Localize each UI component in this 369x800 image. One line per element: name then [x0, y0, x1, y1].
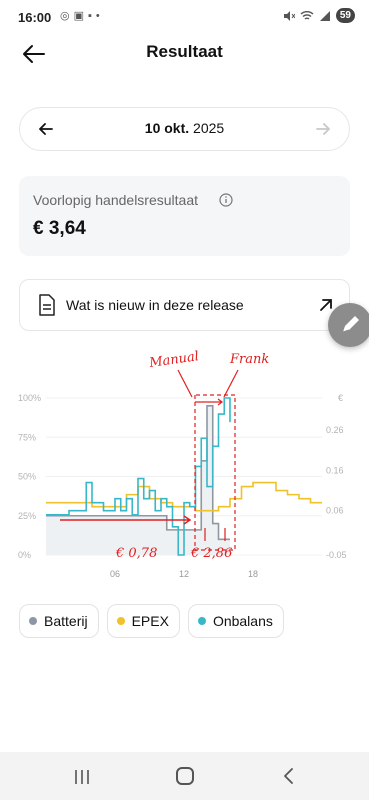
y-right-axis-label: €: [338, 393, 343, 403]
y-left-tick-label: 0%: [18, 550, 31, 560]
annotation-cost-right: € 2,86: [190, 546, 232, 561]
info-icon[interactable]: [219, 193, 233, 207]
recent-apps-icon[interactable]: [72, 768, 92, 786]
result-card: Voorlopig handelsresultaat € 3,64: [19, 176, 350, 256]
document-icon: [39, 294, 55, 316]
legend-label: EPEX: [131, 613, 169, 629]
mute-icon: [283, 10, 295, 21]
home-icon[interactable]: [176, 767, 194, 785]
frank-pointer: [223, 369, 239, 398]
page-title: Resultaat: [146, 42, 223, 61]
legend-dot: [29, 617, 37, 625]
annotation-cost-left: € 0,78: [115, 546, 157, 561]
y-right-tick-label: 0.26: [326, 425, 344, 435]
status-bar: 16:00 ◎ ▣ ▪ • 59: [0, 0, 369, 34]
legend-item-batterij[interactable]: Batterij: [19, 604, 99, 638]
battery-indicator: 59: [335, 8, 355, 23]
legend-label: Batterij: [44, 613, 88, 629]
x-tick-label: 18: [248, 569, 258, 579]
legend-dot: [116, 617, 125, 625]
result-value: € 3,64: [33, 218, 86, 239]
y-right-tick-label: 0.06: [326, 506, 344, 516]
legend-item-epex[interactable]: EPEX: [106, 604, 180, 638]
legend-label: Onbalans: [212, 613, 273, 629]
release-notes-label: Wat is nieuw in deze release: [66, 297, 244, 313]
instagram-icon: ▣: [73, 10, 85, 22]
release-notes-card[interactable]: Wat is nieuw in deze release: [19, 279, 350, 331]
pencil-icon: [342, 316, 359, 333]
date-selector: 10 okt. 2025: [19, 107, 350, 151]
date-label: 10 okt. 2025: [20, 120, 349, 136]
x-tick-label: 06: [110, 569, 120, 579]
y-left-tick-label: 100%: [18, 393, 41, 403]
nav-back-icon[interactable]: [282, 767, 296, 785]
signal-icon: [319, 10, 330, 21]
result-label: Voorlopig handelsresultaat: [33, 192, 199, 208]
chart-legend: Batterij EPEX Onbalans: [19, 604, 284, 638]
legend-item-onbalans[interactable]: Onbalans: [187, 604, 284, 638]
date-year: 2025: [193, 120, 225, 136]
date-day: 10 okt.: [144, 120, 190, 136]
system-nav-bar: [0, 752, 369, 800]
more-notifications-icon: •: [95, 9, 100, 22]
top-arrow: [195, 398, 223, 406]
wifi-icon: [300, 10, 314, 20]
annotation-frank: Frank: [229, 352, 269, 367]
y-right-tick-label: 0.16: [326, 465, 344, 475]
legend-dot: [197, 617, 206, 625]
y-left-tick-label: 25%: [18, 511, 36, 521]
y-right-tick-label: -0.05: [326, 550, 347, 560]
edit-button[interactable]: [328, 303, 369, 347]
result-chart: 0%25%50%75%100% €-0.050.060.160.2606 12 18 …: [18, 349, 347, 579]
x-tick-label: 12: [179, 569, 189, 579]
next-day-arrow-icon[interactable]: [313, 119, 333, 139]
manual-pointer: [177, 369, 193, 398]
status-time: 16:00: [18, 10, 52, 25]
shopping-icon: ▪: [88, 9, 92, 22]
whatsapp-icon: ◎: [60, 10, 70, 22]
system-icons: 59: [283, 8, 355, 23]
annotation-manual: Manual: [147, 349, 199, 371]
notification-icons: ◎ ▣ ▪ •: [60, 9, 100, 23]
app-header: Resultaat: [0, 34, 369, 74]
y-left-tick-label: 50%: [18, 472, 36, 482]
y-left-tick-label: 75%: [18, 432, 36, 442]
